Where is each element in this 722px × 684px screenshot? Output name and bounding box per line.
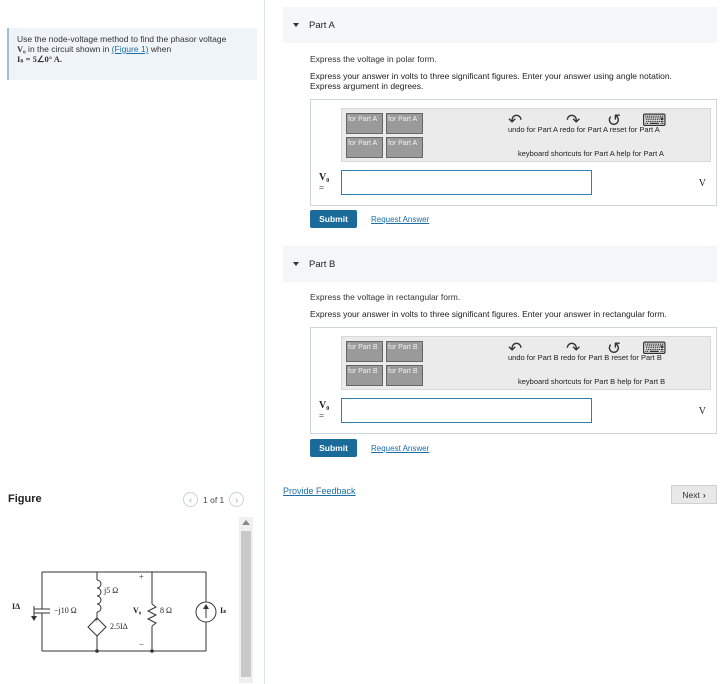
part-b-toolbar: for Part B for Part B for Part B for Par…: [341, 336, 711, 390]
part-a-variable-label: V₀ =: [319, 172, 330, 194]
plus-sign-dep: +: [94, 617, 99, 624]
part-b-submit-button[interactable]: Submit: [310, 439, 357, 457]
next-button-label: Next: [682, 489, 700, 500]
caret-down-icon: [293, 23, 299, 27]
part-b-header[interactable]: Part B: [283, 246, 717, 282]
problem-text-end: when: [148, 44, 172, 54]
part-b-symbol-button[interactable]: for Part B: [386, 341, 423, 362]
part-b-instr-2: Express your answer in volts to three si…: [310, 309, 667, 319]
label-j5: j5 Ω: [104, 586, 119, 595]
left-pane: Use the node-voltage method to find the …: [0, 0, 265, 684]
part-a-answer-box: for Part A for Part A for Part A for Par…: [310, 99, 717, 206]
part-b-answer-box: for Part B for Part B for Part B for Par…: [310, 327, 717, 434]
scrollbar-thumb[interactable]: [241, 531, 251, 677]
part-b-variable-label: V₀ =: [319, 400, 330, 422]
part-a-instr-3: Express argument in degrees.: [310, 81, 424, 91]
chevron-left-icon: ‹: [189, 494, 192, 505]
problem-line-1: Use the node-voltage method to find the …: [17, 34, 227, 44]
provide-feedback-link[interactable]: Provide Feedback: [283, 486, 356, 496]
part-a-title: Part A: [309, 19, 335, 31]
part-a-header[interactable]: Part A: [283, 7, 717, 43]
part-b-unit: V: [698, 406, 706, 417]
label-vo: V₀: [133, 606, 142, 615]
part-b-answer-input[interactable]: [341, 398, 592, 423]
part-b-template-button[interactable]: for Part B: [346, 341, 383, 362]
part-a-unit: V: [698, 178, 706, 189]
scroll-up-arrow-icon[interactable]: [242, 520, 250, 525]
part-a-vec-button[interactable]: for Part A: [346, 137, 383, 158]
circuit-svg: [31, 571, 217, 653]
part-b-instr-1: Express the voltage in rectangular form.: [310, 292, 461, 302]
label-r8: 8 Ω: [160, 606, 172, 615]
circuit-diagram: IΔ j5 Ω −j10 Ω + 2.5IΔ V₀ 8 Ω + − Iₛ: [10, 562, 235, 664]
label-dep-source: 2.5IΔ: [110, 622, 128, 631]
part-a-template-button[interactable]: for Part A: [346, 113, 383, 134]
chevron-right-icon: ›: [702, 489, 706, 500]
problem-text: in the circuit shown in: [25, 44, 112, 54]
problem-line-2: V₀ in the circuit shown in (Figure 1) wh…: [17, 44, 249, 54]
figure-title: Figure: [8, 493, 42, 505]
part-a-symbol-button[interactable]: for Part A: [386, 113, 423, 134]
part-b-vec-button[interactable]: for Part B: [346, 365, 383, 386]
problem-var-vo: V₀: [17, 44, 26, 54]
part-a-instr-2: Express your answer in volts to three si…: [310, 71, 672, 81]
part-a-request-answer-link[interactable]: Request Answer: [371, 215, 429, 224]
part-b-toolbar-links-2[interactable]: keyboard shortcuts for Part B help for P…: [518, 377, 665, 386]
figure-page-count: 1 of 1: [203, 494, 225, 505]
part-a-answer-input[interactable]: [341, 170, 592, 195]
figure-link[interactable]: (Figure 1): [112, 44, 149, 54]
part-a-matrix-button[interactable]: for Part A: [386, 137, 423, 158]
problem-statement: Use the node-voltage method to find the …: [7, 28, 257, 80]
next-figure-button[interactable]: ›: [229, 492, 245, 507]
part-a-toolbar-links-2[interactable]: keyboard shortcuts for Part A help for P…: [518, 149, 664, 158]
prev-figure-button[interactable]: ‹: [183, 492, 198, 507]
chevron-right-icon: ›: [235, 494, 239, 505]
figure-pager: ‹ 1 of 1 ›: [183, 492, 245, 507]
part-b-toolbar-links-1[interactable]: undo for Part B redo for Part B reset fo…: [508, 353, 662, 362]
problem-line-3: Iₛ = 5∠0° A.: [17, 54, 63, 64]
label-i-delta: IΔ: [12, 602, 21, 611]
caret-down-icon: [293, 262, 299, 266]
part-a-instr-1: Express the voltage in polar form.: [310, 54, 437, 64]
label-jm10: −j10 Ω: [54, 606, 77, 615]
label-vo-minus: −: [139, 640, 144, 649]
part-b-title: Part B: [309, 258, 336, 270]
label-vo-plus: +: [139, 572, 144, 581]
part-a-toolbar-links-1[interactable]: undo for Part A redo for Part A reset fo…: [508, 125, 660, 134]
label-is: Iₛ: [220, 606, 227, 615]
part-b-matrix-button[interactable]: for Part B: [386, 365, 423, 386]
next-button[interactable]: Next ›: [671, 485, 717, 504]
part-a-toolbar: for Part A for Part A for Part A for Par…: [341, 108, 711, 162]
part-b-request-answer-link[interactable]: Request Answer: [371, 444, 429, 453]
part-a-submit-button[interactable]: Submit: [310, 210, 357, 228]
figure-scrollbar[interactable]: [239, 517, 253, 683]
